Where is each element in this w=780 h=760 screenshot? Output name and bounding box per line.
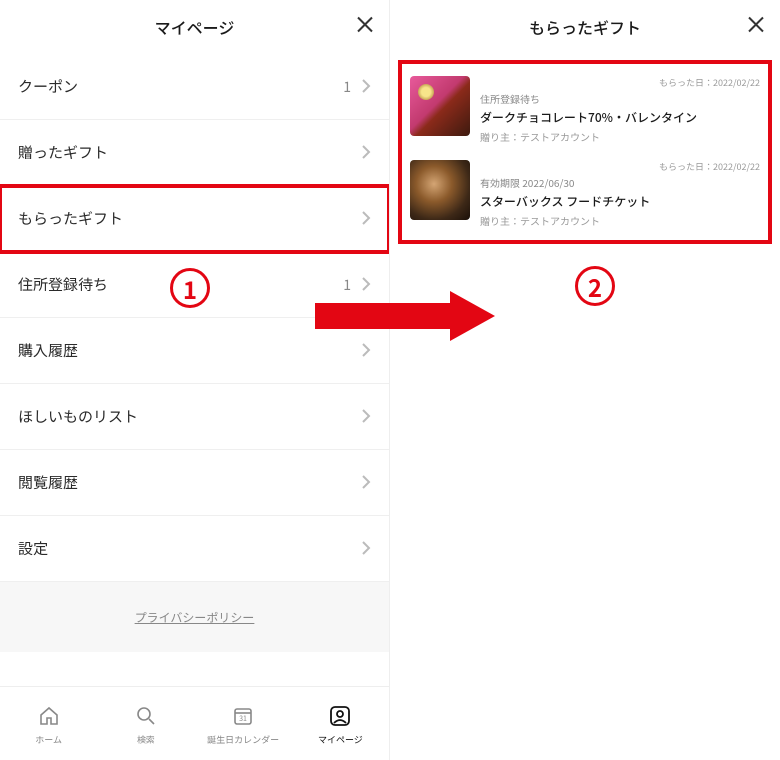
chevron-right-icon <box>361 339 371 363</box>
gift-name: スターバックス フードチケット <box>480 193 760 210</box>
close-icon <box>746 16 766 40</box>
row-wishlist[interactable]: ほしいものリスト <box>0 384 389 450</box>
row-received-gifts[interactable]: もらったギフト <box>0 186 389 252</box>
person-icon <box>326 702 354 730</box>
row-settings[interactable]: 設定 <box>0 516 389 582</box>
row-label: 住所登録待ち <box>18 274 343 295</box>
gift-body: もらった日：2022/02/22 有効期限 2022/06/30 スターバックス… <box>480 160 760 228</box>
chevron-right-icon <box>361 141 371 165</box>
search-icon <box>132 702 160 730</box>
chevron-right-icon <box>361 273 371 297</box>
chevron-right-icon <box>361 471 371 495</box>
row-address-pending[interactable]: 住所登録待ち 1 <box>0 252 389 318</box>
tab-label: ホーム <box>35 733 62 746</box>
gift-list: もらった日：2022/02/22 住所登録待ち ダークチョコレート70%・バレン… <box>390 54 780 250</box>
gift-expiry: 有効期限 2022/06/30 <box>480 175 760 190</box>
row-label: 贈ったギフト <box>18 142 361 163</box>
row-label: 購入履歴 <box>18 340 361 361</box>
gift-name: ダークチョコレート70%・バレンタイン <box>480 109 760 126</box>
close-icon <box>355 16 375 40</box>
footer-area: プライバシーポリシー <box>0 582 389 652</box>
tab-label: 検索 <box>137 733 155 746</box>
tab-search[interactable]: 検索 <box>97 687 194 760</box>
tab-calendar[interactable]: 31 誕生日カレンダー <box>195 687 292 760</box>
row-label: 設定 <box>18 538 361 559</box>
row-label: クーポン <box>18 76 343 97</box>
gift-item[interactable]: もらった日：2022/02/22 有効期限 2022/06/30 スターバックス… <box>406 152 764 236</box>
tab-label: 誕生日カレンダー <box>207 733 279 746</box>
tab-mypage[interactable]: マイページ <box>292 687 389 760</box>
gift-sender: 贈り主：テストアカウント <box>480 129 760 144</box>
gift-thumbnail <box>410 160 470 220</box>
tab-home[interactable]: ホーム <box>0 687 97 760</box>
svg-text:31: 31 <box>239 714 247 724</box>
gift-sender: 贈り主：テストアカウント <box>480 213 760 228</box>
chevron-right-icon <box>361 537 371 561</box>
home-icon <box>35 702 63 730</box>
row-label: 閲覧履歴 <box>18 472 361 493</box>
received-gifts-panel: もらったギフト もらった日：2022/02/22 住所登録待ち ダークチョコレー… <box>390 0 780 760</box>
highlight-box: もらった日：2022/02/22 住所登録待ち ダークチョコレート70%・バレン… <box>398 60 772 244</box>
tab-label: マイページ <box>318 733 363 746</box>
chevron-right-icon <box>361 75 371 99</box>
row-sent-gifts[interactable]: 贈ったギフト <box>0 120 389 186</box>
row-purchase-history[interactable]: 購入履歴 <box>0 318 389 384</box>
close-button[interactable] <box>746 15 766 40</box>
close-button[interactable] <box>355 15 375 40</box>
calendar-icon: 31 <box>229 702 257 730</box>
gift-item[interactable]: もらった日：2022/02/22 住所登録待ち ダークチョコレート70%・バレン… <box>406 68 764 152</box>
gift-status: 住所登録待ち <box>480 91 760 106</box>
chevron-right-icon <box>361 207 371 231</box>
chevron-right-icon <box>361 405 371 429</box>
row-label: もらったギフト <box>18 208 361 229</box>
gift-received-date: もらった日：2022/02/22 <box>480 160 760 173</box>
menu-list: クーポン 1 贈ったギフト もらったギフト 住所登録待ち 1 購入履歴 ほしいも… <box>0 54 389 686</box>
row-label: ほしいものリスト <box>18 406 361 427</box>
privacy-link[interactable]: プライバシーポリシー <box>135 609 255 626</box>
page-title: もらったギフト <box>529 15 641 39</box>
row-count: 1 <box>343 77 351 97</box>
gift-thumbnail <box>410 76 470 136</box>
header: マイページ <box>0 0 389 54</box>
tab-bar: ホーム 検索 31 誕生日カレンダー マイページ <box>0 686 389 760</box>
gift-received-date: もらった日：2022/02/22 <box>480 76 760 89</box>
header: もらったギフト <box>390 0 780 54</box>
row-coupon[interactable]: クーポン 1 <box>0 54 389 120</box>
row-count: 1 <box>343 275 351 295</box>
gift-body: もらった日：2022/02/22 住所登録待ち ダークチョコレート70%・バレン… <box>480 76 760 144</box>
row-browse-history[interactable]: 閲覧履歴 <box>0 450 389 516</box>
page-title: マイページ <box>155 15 235 39</box>
mypage-panel: マイページ クーポン 1 贈ったギフト もらったギフト 住所登録待ち 1 購入履… <box>0 0 390 760</box>
